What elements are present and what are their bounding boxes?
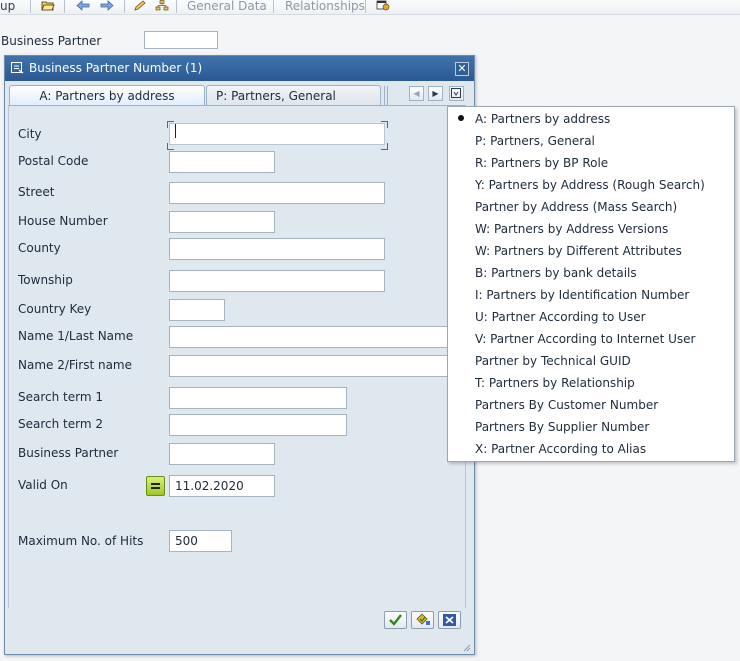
menu-item[interactable]: R: Partners by BP Role [475, 154, 608, 172]
name1-input[interactable] [169, 326, 455, 348]
menu-item[interactable]: P: Partners, General [475, 132, 595, 150]
search-term2-label: Search term 2 [18, 417, 103, 431]
tab-stack-edge [384, 86, 388, 106]
general-data-button[interactable]: General Data [187, 0, 267, 14]
city-input[interactable] [169, 123, 385, 145]
toolbar-button-group-tail[interactable]: up [0, 0, 15, 14]
menu-item[interactable]: X: Partner According to Alias [475, 440, 646, 458]
country-key-input[interactable] [169, 299, 225, 321]
focus-corner-marker [167, 143, 174, 150]
menu-item[interactable]: I: Partners by Identification Number [475, 286, 689, 304]
menu-item[interactable]: W: Partners by Different Attributes [475, 242, 682, 260]
township-input[interactable] [169, 270, 385, 292]
postal-code-label: Postal Code [18, 154, 89, 168]
tab-partners-general[interactable]: P: Partners, General [206, 85, 381, 107]
business-partner-field-label: Business Partner [18, 446, 119, 460]
menu-item[interactable]: Partner by Technical GUID [475, 352, 631, 370]
resize-grip-icon[interactable] [461, 642, 471, 652]
menu-item[interactable]: B: Partners by bank details [475, 264, 637, 282]
toolbar-separator [124, 0, 125, 13]
max-hits-label: Maximum No. of Hits [18, 534, 144, 548]
tab-prev-icon[interactable]: ◀ [409, 86, 424, 101]
valid-on-label: Valid On [18, 478, 68, 492]
menu-item[interactable]: W: Partners by Address Versions [475, 220, 668, 238]
city-label: City [18, 127, 42, 141]
text-cursor [175, 124, 176, 138]
township-label: Township [18, 273, 73, 287]
hierarchy-icon[interactable] [155, 0, 169, 11]
street-label: Street [18, 185, 55, 199]
application-toolbar: up General Data Relationships [0, 0, 740, 15]
menu-item[interactable]: Partners By Customer Number [475, 396, 658, 414]
close-icon[interactable]: ✕ [455, 62, 469, 76]
accept-check-icon[interactable] [384, 611, 407, 629]
county-input[interactable] [169, 238, 385, 260]
edit-pencil-icon[interactable] [133, 0, 147, 11]
max-hits-input[interactable]: 500 [169, 530, 232, 552]
focus-corner-marker [381, 121, 388, 128]
search-term2-input[interactable] [169, 414, 347, 436]
house-number-input[interactable] [169, 211, 275, 233]
menu-item[interactable]: Partners By Supplier Number [475, 418, 649, 436]
house-number-label: House Number [18, 214, 108, 228]
country-key-label: Country Key [18, 302, 92, 316]
menu-item[interactable]: U: Partner According to User [475, 308, 646, 326]
menu-item[interactable]: T: Partners by Relationship [475, 374, 635, 392]
name1-label: Name 1/Last Name [18, 329, 134, 343]
tab-strip: A: Partners by address P: Partners, Gene… [5, 81, 474, 107]
back-arrow-icon[interactable] [76, 0, 90, 11]
relationships-button[interactable]: Relationships [285, 0, 365, 14]
toolbar-separator [365, 0, 366, 13]
business-partner-input[interactable] [144, 31, 218, 49]
valid-on-input[interactable]: 11.02.2020 [169, 475, 275, 497]
search-term1-input[interactable] [169, 387, 347, 409]
dialog-title: Business Partner Number (1) [29, 61, 203, 75]
tab-list-icon[interactable] [449, 86, 464, 101]
business-partner-field-input[interactable] [169, 443, 275, 465]
toolbar-separator [176, 0, 177, 13]
equals-selection-option-icon[interactable] [146, 476, 165, 496]
focus-corner-marker [381, 143, 388, 150]
name2-label: Name 2/First name [18, 358, 132, 372]
dialog-settings-icon[interactable] [376, 0, 390, 11]
tab-partners-by-address[interactable]: A: Partners by address [9, 85, 205, 107]
search-term1-label: Search term 1 [18, 390, 103, 404]
menu-item[interactable]: A: Partners by address [475, 110, 610, 128]
search-dialog-icon [11, 62, 24, 74]
toolbar-separator [30, 0, 31, 13]
toolbar-separator [64, 0, 65, 13]
selected-bullet-icon [458, 115, 464, 121]
menu-item[interactable]: Partner by Address (Mass Search) [475, 198, 677, 216]
focus-corner-marker [167, 121, 174, 128]
menu-item[interactable]: V: Partner According to Internet User [475, 330, 695, 348]
street-input[interactable] [169, 182, 385, 204]
county-label: County [18, 241, 61, 255]
forward-arrow-icon[interactable] [100, 0, 114, 11]
name2-input[interactable] [169, 355, 455, 377]
toolbar-separator [273, 0, 274, 13]
postal-code-input[interactable] [169, 151, 275, 173]
tab-next-icon[interactable]: ▶ [428, 86, 443, 101]
cancel-x-icon[interactable] [438, 611, 461, 629]
multiple-selection-icon[interactable] [411, 611, 434, 629]
business-partner-label: Business Partner [1, 34, 102, 48]
dialog-title-bar[interactable]: Business Partner Number (1) ✕ [5, 56, 474, 81]
menu-item[interactable]: Y: Partners by Address (Rough Search) [475, 176, 705, 194]
search-help-dropdown: A: Partners by address P: Partners, Gene… [447, 106, 735, 462]
dialog-button-bar [5, 608, 474, 654]
open-folder-icon[interactable] [41, 0, 55, 11]
